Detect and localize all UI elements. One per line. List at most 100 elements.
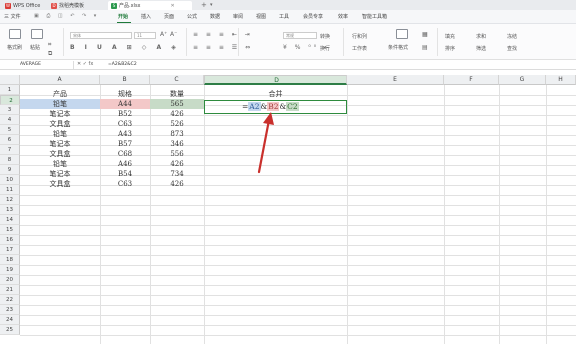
row-header-11[interactable]: 11 bbox=[0, 185, 20, 195]
cell-c8[interactable]: 426 bbox=[150, 159, 204, 169]
menu-view[interactable]: 视图 bbox=[256, 13, 266, 20]
row-header-1[interactable]: 1 bbox=[0, 85, 20, 95]
name-box[interactable]: AVERAGE bbox=[2, 61, 74, 69]
row-header-7[interactable]: 7 bbox=[0, 145, 20, 155]
cell-b4[interactable]: C63 bbox=[100, 119, 150, 129]
cell-a2[interactable]: 铅笔 bbox=[20, 99, 100, 109]
row-header-16[interactable]: 16 bbox=[0, 235, 20, 245]
cell-b5[interactable]: A43 bbox=[100, 129, 150, 139]
cell-a1[interactable]: 产品 bbox=[20, 89, 100, 99]
column-header-f[interactable]: F bbox=[444, 75, 499, 85]
paste-label[interactable]: 粘贴 bbox=[30, 44, 40, 51]
quick-access-icons[interactable]: ▣ ⎙ ◫ ↶ ↷ ▾ bbox=[34, 13, 99, 19]
cell-c5[interactable]: 873 bbox=[150, 129, 204, 139]
cell-b2[interactable]: A44 bbox=[100, 99, 150, 109]
row-header-13[interactable]: 13 bbox=[0, 205, 20, 215]
chevron-down-icon[interactable]: ▾ bbox=[210, 2, 213, 8]
tab-product-xlsx[interactable]: S 产品.xlsx ✕ bbox=[108, 1, 192, 10]
row-header-18[interactable]: 18 bbox=[0, 255, 20, 265]
grow-font-icon[interactable]: A⁺ bbox=[160, 31, 167, 38]
select-all-corner[interactable] bbox=[0, 75, 20, 85]
cell-b9[interactable]: B54 bbox=[100, 169, 150, 179]
format-painter-icon[interactable] bbox=[9, 29, 21, 39]
format-painter-label[interactable]: 格式刷 bbox=[7, 44, 22, 51]
copy-icon[interactable]: ⧉ bbox=[48, 50, 52, 58]
cell-a8[interactable]: 铅笔 bbox=[20, 159, 100, 169]
cell-d1[interactable]: 合并 bbox=[204, 89, 347, 99]
cell-style-icon[interactable]: ▦ bbox=[422, 31, 428, 38]
new-tab-icon[interactable]: + bbox=[201, 1, 207, 9]
row-header-25[interactable]: 25 bbox=[0, 325, 20, 335]
row-header-12[interactable]: 12 bbox=[0, 195, 20, 205]
font-size-select[interactable]: 11 bbox=[134, 32, 156, 39]
convert-button[interactable]: 转换 bbox=[320, 33, 330, 40]
row-header-24[interactable]: 24 bbox=[0, 315, 20, 325]
row-header-3[interactable]: 3 bbox=[0, 105, 20, 115]
menu-data[interactable]: 数据 bbox=[210, 13, 220, 20]
cell-b1[interactable]: 规格 bbox=[100, 89, 150, 99]
tab-wps-office[interactable]: W WPS Office bbox=[2, 1, 46, 10]
row-header-15[interactable]: 15 bbox=[0, 225, 20, 235]
fill-button[interactable]: 填充 bbox=[445, 33, 455, 40]
align-horizontal-icons[interactable]: ≡ ≡ ≡ ☰ ⇔ bbox=[193, 44, 253, 51]
cell-c9[interactable]: 734 bbox=[150, 169, 204, 179]
menu-formula[interactable]: 公式 bbox=[187, 13, 197, 20]
font-style-icons[interactable]: B I U A ⊞ ◇ A ◈ bbox=[70, 44, 180, 51]
row-header-22[interactable]: 22 bbox=[0, 295, 20, 305]
row-header-23[interactable]: 23 bbox=[0, 305, 20, 315]
formula-input[interactable]: =A2&B2&C2 bbox=[108, 61, 137, 69]
row-header-21[interactable]: 21 bbox=[0, 285, 20, 295]
cell-c2[interactable]: 565 bbox=[150, 99, 204, 109]
row-header-6[interactable]: 6 bbox=[0, 135, 20, 145]
cell-a5[interactable]: 铅笔 bbox=[20, 129, 100, 139]
row-header-20[interactable]: 20 bbox=[0, 275, 20, 285]
column-header-e[interactable]: E bbox=[347, 75, 444, 85]
cell-c1[interactable]: 数量 bbox=[150, 89, 204, 99]
cut-icon[interactable]: ⌗ bbox=[48, 41, 51, 49]
column-header-g[interactable]: G bbox=[499, 75, 546, 85]
close-tab-icon[interactable]: ✕ bbox=[171, 3, 175, 9]
cell-c7[interactable]: 556 bbox=[150, 149, 204, 159]
row-header-17[interactable]: 17 bbox=[0, 245, 20, 255]
cell-c10[interactable]: 426 bbox=[150, 179, 204, 189]
menu-file[interactable]: 三 文件 bbox=[4, 13, 21, 20]
rows-cols-button[interactable]: 行和列 bbox=[352, 33, 367, 40]
row-header-8[interactable]: 8 bbox=[0, 155, 20, 165]
freeze-button[interactable]: 冻结 bbox=[507, 33, 517, 40]
cell-a7[interactable]: 文具盒 bbox=[20, 149, 100, 159]
cell-c6[interactable]: 346 bbox=[150, 139, 204, 149]
cell-c4[interactable]: 526 bbox=[150, 119, 204, 129]
cell-b6[interactable]: B57 bbox=[100, 139, 150, 149]
menu-smart-toolbox[interactable]: 智能工具箱 bbox=[362, 13, 387, 20]
worksheet-button[interactable]: 工作表 bbox=[352, 45, 367, 52]
cell-b7[interactable]: C68 bbox=[100, 149, 150, 159]
find-button[interactable]: 查找 bbox=[507, 45, 517, 52]
menu-start[interactable]: 开始 bbox=[118, 13, 128, 20]
column-header-c[interactable]: C bbox=[150, 75, 204, 85]
column-header-a[interactable]: A bbox=[20, 75, 100, 85]
wrap-button[interactable]: 换行 bbox=[320, 45, 330, 52]
column-header-d[interactable]: D bbox=[204, 75, 347, 85]
font-name-select[interactable]: 宋体 bbox=[70, 32, 132, 39]
shrink-font-icon[interactable]: A⁻ bbox=[170, 31, 177, 38]
paste-icon[interactable] bbox=[31, 29, 43, 39]
row-header-9[interactable]: 9 bbox=[0, 165, 20, 175]
row-header-19[interactable]: 19 bbox=[0, 265, 20, 275]
cell-b8[interactable]: A46 bbox=[100, 159, 150, 169]
cell-b3[interactable]: B52 bbox=[100, 109, 150, 119]
tab-docer[interactable]: D 找稻壳模板 bbox=[48, 1, 104, 10]
menu-efficiency[interactable]: 效率 bbox=[338, 13, 348, 20]
cell-a3[interactable]: 笔记本 bbox=[20, 109, 100, 119]
cell-b10[interactable]: C63 bbox=[100, 179, 150, 189]
cond-format-icon[interactable] bbox=[396, 29, 408, 39]
cell-a6[interactable]: 笔记本 bbox=[20, 139, 100, 149]
sum-button[interactable]: 求和 bbox=[476, 33, 486, 40]
row-header-14[interactable]: 14 bbox=[0, 215, 20, 225]
row-header-10[interactable]: 10 bbox=[0, 175, 20, 185]
menu-insert[interactable]: 插入 bbox=[141, 13, 151, 20]
cell-a9[interactable]: 笔记本 bbox=[20, 169, 100, 179]
cell-a10[interactable]: 文具盒 bbox=[20, 179, 100, 189]
sort-button[interactable]: 排序 bbox=[445, 45, 455, 52]
row-header-2[interactable]: 2 bbox=[0, 95, 20, 105]
filter-button[interactable]: 筛选 bbox=[476, 45, 486, 52]
